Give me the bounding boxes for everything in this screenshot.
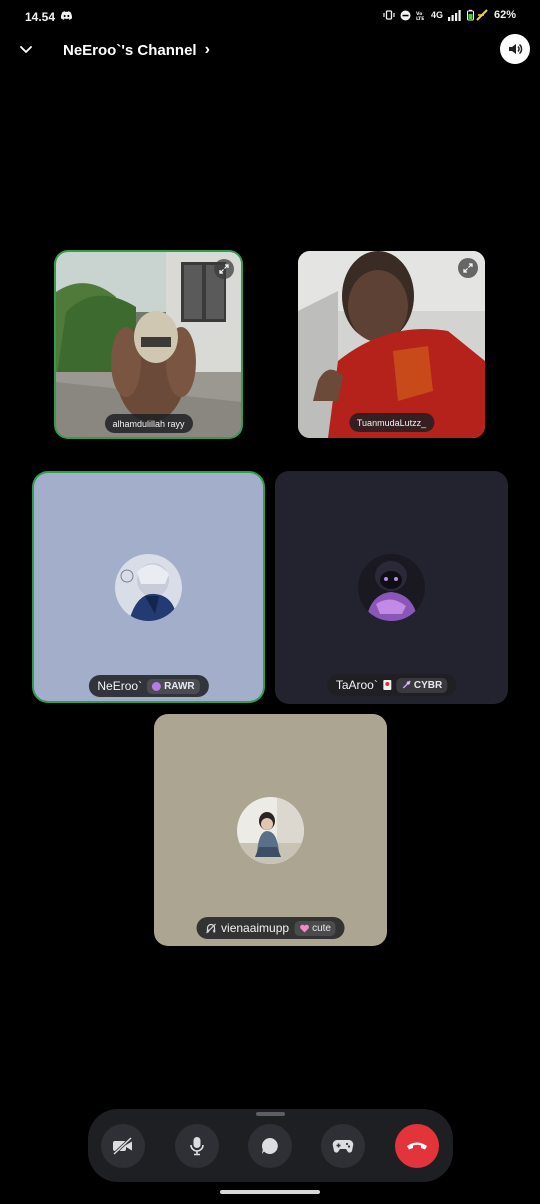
participant-name: vienaaimupp	[221, 921, 290, 935]
microphone-toggle-button[interactable]	[175, 1124, 219, 1168]
participant-name: alhamdulillah rayy	[112, 418, 185, 429]
participant-name-pill: TaAroo` CYBR	[326, 674, 457, 696]
participant-tile[interactable]: NeEroo` RAWR	[34, 473, 263, 701]
network-type: 4G	[430, 10, 443, 20]
avatar	[358, 554, 425, 621]
expand-button[interactable]	[214, 259, 234, 279]
expand-button[interactable]	[458, 258, 478, 278]
vibrate-icon	[383, 10, 395, 20]
drawer-handle[interactable]	[256, 1112, 285, 1116]
collapse-button[interactable]	[14, 38, 38, 62]
gamepad-icon	[332, 1140, 354, 1153]
card-emoji-icon	[382, 680, 391, 690]
expand-icon	[219, 264, 229, 274]
status-icons: Vo LTE 4G 62%	[383, 9, 516, 21]
svg-text:LTE: LTE	[416, 16, 424, 20]
server-tag: CYBR	[395, 677, 448, 693]
chat-bubble-icon	[261, 1138, 278, 1154]
participant-name: TuanmudaLutzz_	[356, 417, 427, 428]
server-tag-label: CYBR	[413, 679, 443, 691]
speaker-icon	[509, 43, 523, 55]
channel-title[interactable]: NeEroo`'s Channel ›	[63, 41, 210, 59]
tag-icon	[152, 681, 162, 691]
chevron-down-icon	[20, 46, 32, 53]
server-tag-label: RAWR	[164, 680, 195, 692]
mic-icon	[190, 1137, 204, 1156]
participant-name-pill: TuanmudaLutzz_	[348, 413, 435, 432]
participant-name: TaAroo`	[335, 678, 378, 692]
video-feed	[298, 251, 485, 438]
signal-icon	[447, 9, 461, 21]
heart-icon	[299, 924, 309, 932]
participant-name: NeEroo`	[97, 679, 143, 693]
participant-tile-video[interactable]: alhamdulillah rayy	[56, 252, 241, 437]
deafened-icon	[205, 923, 216, 933]
status-bar: 14.54 Vo LTE 4G 62%	[0, 0, 540, 34]
status-time: 14.54	[25, 10, 56, 24]
server-tag: RAWR	[147, 678, 200, 694]
expand-icon	[463, 263, 473, 273]
server-tag-label: cute	[312, 922, 331, 934]
server-tag: cute	[294, 920, 336, 936]
channel-name: NeEroo`'s Channel	[63, 41, 197, 59]
participant-name-pill: alhamdulillah rayy	[104, 414, 193, 433]
call-header: NeEroo`'s Channel ›	[0, 34, 540, 66]
end-call-button[interactable]	[395, 1124, 439, 1168]
camera-off-icon	[112, 1137, 133, 1155]
rocket-icon	[402, 680, 411, 689]
participant-name-pill: vienaaimupp cute	[196, 917, 345, 939]
dnd-icon	[400, 10, 411, 20]
speaker-button[interactable]	[500, 34, 530, 64]
participant-tile-video[interactable]: TuanmudaLutzz_	[298, 251, 485, 438]
battery-percent: 62%	[493, 9, 516, 21]
participant-name-pill: NeEroo` RAWR	[88, 675, 209, 697]
avatar	[115, 554, 182, 621]
avatar	[237, 797, 304, 864]
video-feed	[56, 252, 241, 437]
battery-icon	[466, 9, 488, 21]
chevron-right-icon: ›	[204, 41, 210, 58]
end-call-icon	[407, 1142, 427, 1150]
call-control-bar	[88, 1109, 453, 1182]
camera-toggle-button[interactable]	[101, 1124, 145, 1168]
participant-tile[interactable]: vienaaimupp cute	[154, 714, 387, 946]
discord-icon	[61, 11, 72, 20]
activities-button[interactable]	[321, 1124, 365, 1168]
volte-icon: VoLTE	[416, 11, 424, 20]
home-indicator[interactable]	[220, 1190, 320, 1194]
chat-button[interactable]	[248, 1124, 292, 1168]
participant-tile[interactable]: TaAroo` CYBR	[275, 471, 508, 704]
